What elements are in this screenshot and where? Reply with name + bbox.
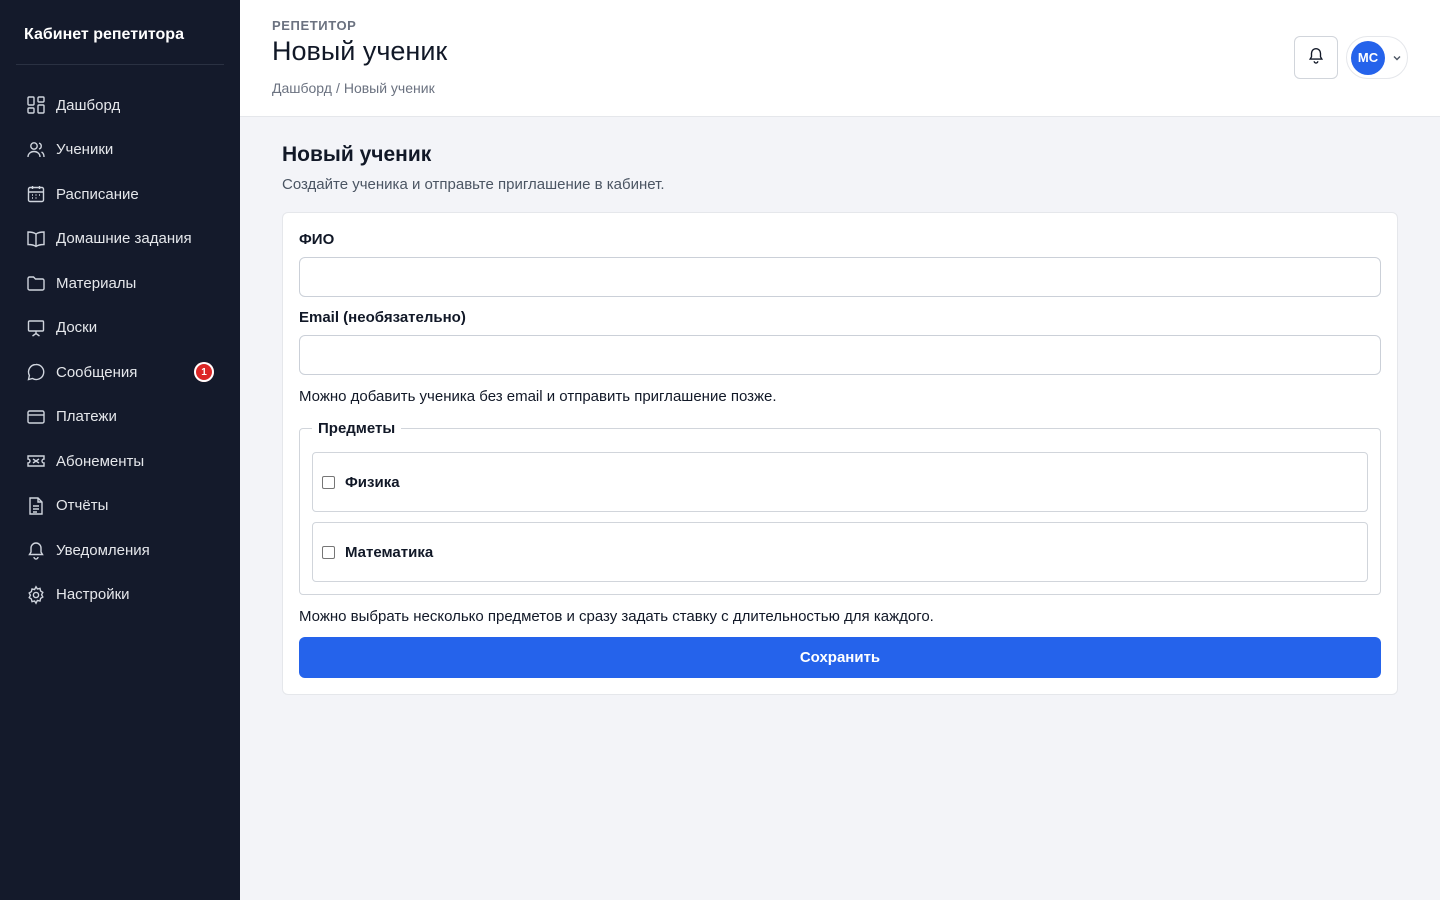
bell-icon (26, 540, 46, 560)
subject-option-math[interactable]: Математика (312, 522, 1368, 582)
users-icon (26, 140, 46, 160)
sidebar-item-label: Уведомления (56, 541, 150, 559)
sidebar-item-label: Сообщения (56, 363, 138, 381)
sidebar-item-label: Материалы (56, 274, 137, 292)
sidebar-item-payments[interactable]: Платежи (16, 395, 224, 440)
subject-checkbox-math[interactable] (322, 545, 335, 559)
sidebar-item-boards[interactable]: Доски (16, 306, 224, 351)
breadcrumb: Дашборд / Новый ученик (272, 80, 435, 96)
save-button[interactable]: Сохранить (299, 637, 1381, 678)
form-title: Новый ученик (282, 143, 432, 166)
unread-count: 1 (201, 366, 207, 378)
notifications-button[interactable] (1294, 36, 1338, 79)
name-field[interactable] (299, 257, 1381, 297)
sidebar-item-label: Абонементы (56, 452, 145, 470)
sidebar-item-reports[interactable]: Отчёты (16, 484, 224, 529)
sidebar-item-dashboard[interactable]: Дашборд (16, 83, 224, 128)
email-help-text: Можно добавить ученика без email и отпра… (299, 388, 777, 405)
sidebar-item-subscriptions[interactable]: Абонементы (16, 439, 224, 484)
new-student-form: ФИО Email (необязательно) Можно добавить… (282, 212, 1398, 695)
sidebar-item-schedule[interactable]: Расписание (16, 172, 224, 217)
sidebar: Кабинет репетитора Дашборд Ученики Распи… (0, 0, 240, 900)
subjects-legend: Предметы (312, 420, 402, 437)
book-icon (26, 229, 46, 249)
sidebar-item-label: Настройки (56, 586, 130, 604)
report-icon (26, 496, 46, 516)
subject-checkbox-physics[interactable] (322, 475, 335, 489)
sidebar-item-label: Доски (56, 319, 98, 337)
unread-badge: 1 (194, 362, 214, 382)
breadcrumb-current: Новый ученик (343, 80, 435, 96)
email-label: Email (необязательно) (299, 309, 466, 326)
ticket-icon (26, 451, 46, 471)
sidebar-item-materials[interactable]: Материалы (16, 261, 224, 306)
page-header: РЕПЕТИТОР Новый ученик Дашборд / Новый уче… (240, 0, 1440, 117)
subjects-fieldset: Предметы Физика Математика (299, 420, 1381, 595)
sidebar-item-messages[interactable]: Сообщения 1 (16, 350, 224, 395)
sidebar-item-label: Расписание (56, 185, 139, 203)
email-field[interactable] (299, 335, 1381, 375)
subject-label: Математика (345, 543, 434, 561)
whiteboard-icon (26, 318, 46, 338)
user-menu-button[interactable]: МС (1346, 36, 1408, 79)
page-title: Новый ученик (272, 36, 448, 66)
sidebar-item-settings[interactable]: Настройки (16, 573, 224, 618)
breadcrumb-separator: / (335, 80, 340, 96)
breadcrumb-link-dashboard[interactable]: Дашборд (272, 80, 332, 96)
sidebar-item-label: Домашние задания (56, 230, 192, 248)
subject-option-physics[interactable]: Физика (312, 452, 1368, 512)
page-eyebrow: РЕПЕТИТОР (272, 18, 357, 33)
name-label: ФИО (299, 231, 335, 248)
gear-icon (26, 585, 46, 605)
sidebar-nav: Дашборд Ученики Расписание Домашние зада… (16, 83, 224, 617)
sidebar-item-label: Дашборд (56, 96, 121, 114)
avatar: МС (1351, 40, 1385, 75)
folder-icon (26, 273, 46, 293)
form-subtitle: Создайте ученика и отправьте приглашение… (282, 176, 665, 193)
bell-icon (1307, 46, 1325, 69)
sidebar-divider (16, 64, 224, 65)
chevron-down-icon (1391, 52, 1403, 64)
sidebar-item-homework[interactable]: Домашние задания (16, 217, 224, 262)
main-content: Новый ученик Создайте ученика и отправьт… (240, 117, 1440, 900)
calendar-icon (26, 184, 46, 204)
sidebar-item-students[interactable]: Ученики (16, 128, 224, 173)
sidebar-item-notifications[interactable]: Уведомления (16, 528, 224, 573)
sidebar-item-label: Ученики (56, 141, 114, 159)
dashboard-icon (26, 95, 46, 115)
brand-title: Кабинет репетитора (24, 26, 184, 43)
credit-card-icon (26, 407, 46, 427)
subject-label: Физика (345, 473, 400, 491)
subjects-help-text: Можно выбрать несколько предметов и сраз… (299, 608, 934, 625)
message-icon (26, 362, 46, 382)
sidebar-item-label: Отчёты (56, 497, 109, 515)
sidebar-item-label: Платежи (56, 408, 117, 426)
